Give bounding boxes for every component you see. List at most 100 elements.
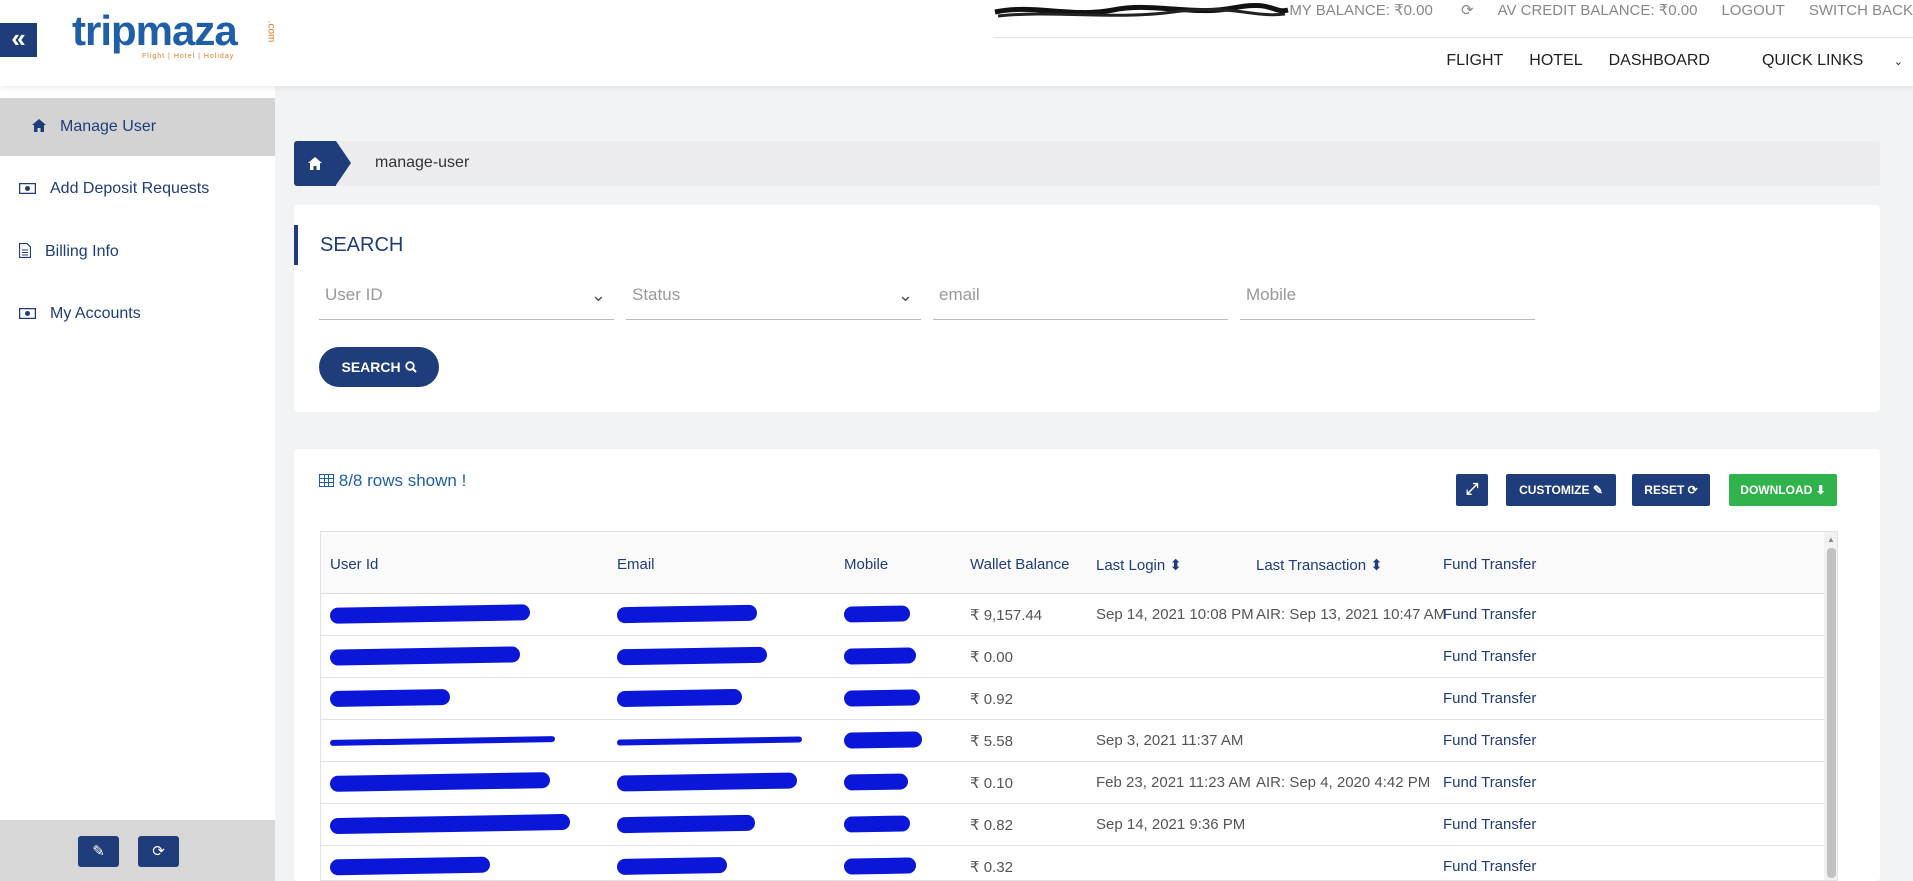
chevron-down-icon: ⌄ xyxy=(590,285,606,305)
scrollbar-thumb[interactable] xyxy=(1827,548,1836,878)
search-panel: SEARCH User ID ⌄ Status ⌄ email Mobile S… xyxy=(294,205,1880,412)
my-balance-text: MY BALANCE: ₹0.00 xyxy=(1289,2,1433,19)
sidebar-item-manage-user[interactable]: Manage User xyxy=(0,98,275,156)
wallet-balance: ₹ 0.82 xyxy=(970,817,1013,834)
column-header-fund-transfer: Fund Transfer xyxy=(1443,556,1537,573)
search-title: SEARCH xyxy=(294,225,403,265)
column-header-user-id[interactable]: User Id xyxy=(330,556,378,573)
collapse-sidebar-button[interactable]: « xyxy=(0,23,37,57)
fund-transfer-link[interactable]: Fund Transfer xyxy=(1443,858,1536,875)
sidebar-item-my-accounts[interactable]: My Accounts xyxy=(0,285,275,343)
refresh-button[interactable]: ⟳ xyxy=(138,836,179,867)
nav-quick-links-label: QUICK LINKS xyxy=(1761,52,1864,69)
nav-dashboard[interactable]: DASHBOARD xyxy=(1609,52,1710,70)
nav-flight[interactable]: FLIGHT xyxy=(1446,52,1503,70)
email-field[interactable]: email xyxy=(933,275,1228,320)
redacted-user-id xyxy=(329,688,451,708)
sidebar-item-billing-info[interactable]: Billing Info xyxy=(0,223,275,281)
email-placeholder: email xyxy=(939,285,980,304)
last-login-header-label: Last Login xyxy=(1096,557,1166,574)
column-header-last-transaction[interactable]: Last Transaction ⬍ xyxy=(1256,556,1383,574)
last-transaction: AIR: Sep 4, 2020 4:42 PM xyxy=(1256,774,1431,791)
mobile-field[interactable]: Mobile xyxy=(1240,275,1535,320)
download-icon: ⬇ xyxy=(1815,483,1826,497)
wallet-balance: ₹ 9,157.44 xyxy=(970,607,1043,624)
search-icon xyxy=(404,359,417,375)
column-header-wallet-balance[interactable]: Wallet Balance xyxy=(970,556,1070,573)
sidebar-item-add-deposit-requests[interactable]: Add Deposit Requests xyxy=(0,160,275,218)
last-transaction-header-label: Last Transaction xyxy=(1256,557,1367,574)
tripmaza-logo[interactable]: tripmaza .com Flight | Hotel | Holiday xyxy=(72,8,277,64)
refresh-icon[interactable]: ⟳ xyxy=(1461,2,1474,19)
home-icon xyxy=(308,157,322,170)
logo-tagline: Flight | Hotel | Holiday xyxy=(142,53,235,60)
wallet-balance: ₹ 5.58 xyxy=(970,733,1013,750)
expand-button[interactable]: ⤢ xyxy=(1456,474,1488,506)
logout-link[interactable]: LOGOUT xyxy=(1721,2,1784,19)
table-row: ₹ 0.10 Feb 23, 2021 11:23 AM AIR: Sep 4,… xyxy=(321,762,1837,804)
redacted-user-id xyxy=(329,736,556,746)
scroll-up-icon[interactable]: ▲ xyxy=(1827,535,1835,544)
users-table: User Id Email Mobile Wallet Balance Last… xyxy=(320,531,1838,881)
redacted-user-id xyxy=(329,604,531,624)
switch-back-link[interactable]: SWITCH BACK xyxy=(1809,2,1913,19)
fund-transfer-link[interactable]: Fund Transfer xyxy=(1443,606,1536,623)
column-header-last-login[interactable]: Last Login ⬍ xyxy=(1096,556,1182,574)
sidebar-item-label: Billing Info xyxy=(45,243,119,260)
search-button[interactable]: SEARCH xyxy=(319,347,439,387)
customize-button[interactable]: CUSTOMIZE ✎ xyxy=(1506,474,1616,506)
expand-icon: ⤢ xyxy=(1465,481,1479,498)
chevron-down-icon: ⌄ xyxy=(897,285,913,305)
redacted-email xyxy=(616,772,798,792)
table-scrollbar[interactable]: ▲ xyxy=(1824,532,1837,880)
breadcrumb-home-button[interactable] xyxy=(294,141,336,186)
nav-quick-links[interactable]: QUICK LINKS ⌄ xyxy=(1736,52,1903,70)
logo-letter-t: t xyxy=(72,7,86,54)
rows-shown-text: 8/8 rows shown ! xyxy=(338,471,467,490)
money-icon xyxy=(18,306,37,322)
edit-button[interactable]: ✎ xyxy=(78,836,119,867)
table-row: ₹ 5.58 Sep 3, 2021 11:37 AM Fund Transfe… xyxy=(321,720,1837,762)
last-login: Sep 14, 2021 10:08 PM xyxy=(1096,606,1254,623)
column-header-email[interactable]: Email xyxy=(617,556,655,573)
table-row: ₹ 0.92 Fund Transfer xyxy=(321,678,1837,720)
sort-icon: ⬍ xyxy=(1169,557,1182,574)
redacted-email xyxy=(616,688,743,708)
redacted-user-id xyxy=(329,772,551,792)
redacted-email xyxy=(616,646,768,666)
redacted-mobile xyxy=(843,815,911,833)
money-icon xyxy=(18,181,37,197)
av-credit-balance: AV CREDIT BALANCE: ₹0.00 xyxy=(1497,2,1698,19)
sort-icon: ⬍ xyxy=(1370,557,1383,574)
redacted-user-id xyxy=(329,813,571,835)
fund-transfer-link[interactable]: Fund Transfer xyxy=(1443,816,1536,833)
sidebar-footer: ✎ ⟳ xyxy=(0,820,275,881)
download-label: DOWNLOAD xyxy=(1740,483,1813,497)
column-header-mobile[interactable]: Mobile xyxy=(844,556,888,573)
last-login: Feb 23, 2021 11:23 AM xyxy=(1096,774,1251,791)
top-header: « tripmaza .com Flight | Hotel | Holiday… xyxy=(0,0,1913,86)
wallet-balance: ₹ 0.92 xyxy=(970,691,1013,708)
edit-icon: ✎ xyxy=(92,843,105,860)
fund-transfer-link[interactable]: Fund Transfer xyxy=(1443,732,1536,749)
sidebar-item-label: My Accounts xyxy=(50,305,141,322)
user-id-select[interactable]: User ID ⌄ xyxy=(319,275,614,320)
status-select[interactable]: Status ⌄ xyxy=(626,275,921,320)
nav-hotel[interactable]: HOTEL xyxy=(1529,52,1582,70)
user-id-placeholder: User ID xyxy=(325,285,383,304)
redacted-user-id xyxy=(329,646,521,666)
download-button[interactable]: DOWNLOAD ⬇ xyxy=(1729,474,1837,506)
reset-button[interactable]: RESET ⟳ xyxy=(1632,474,1710,506)
fund-transfer-link[interactable]: Fund Transfer xyxy=(1443,690,1536,707)
table-row: ₹ 0.00 Fund Transfer xyxy=(321,636,1837,678)
fund-transfer-link[interactable]: Fund Transfer xyxy=(1443,774,1536,791)
wallet-balance: ₹ 0.10 xyxy=(970,775,1013,792)
redacted-mobile xyxy=(843,731,923,749)
users-table-panel: 8/8 rows shown ! ⤢ CUSTOMIZE ✎ RESET ⟳ D… xyxy=(294,449,1880,881)
document-icon xyxy=(18,242,32,261)
table-row: ₹ 0.82 Sep 14, 2021 9:36 PM Fund Transfe… xyxy=(321,804,1837,846)
redacted-mobile xyxy=(843,773,909,791)
last-login: Sep 3, 2021 11:37 AM xyxy=(1096,732,1244,749)
fund-transfer-link[interactable]: Fund Transfer xyxy=(1443,648,1536,665)
main-nav: FLIGHT HOTEL DASHBOARD QUICK LINKS ⌄ xyxy=(1420,52,1903,70)
